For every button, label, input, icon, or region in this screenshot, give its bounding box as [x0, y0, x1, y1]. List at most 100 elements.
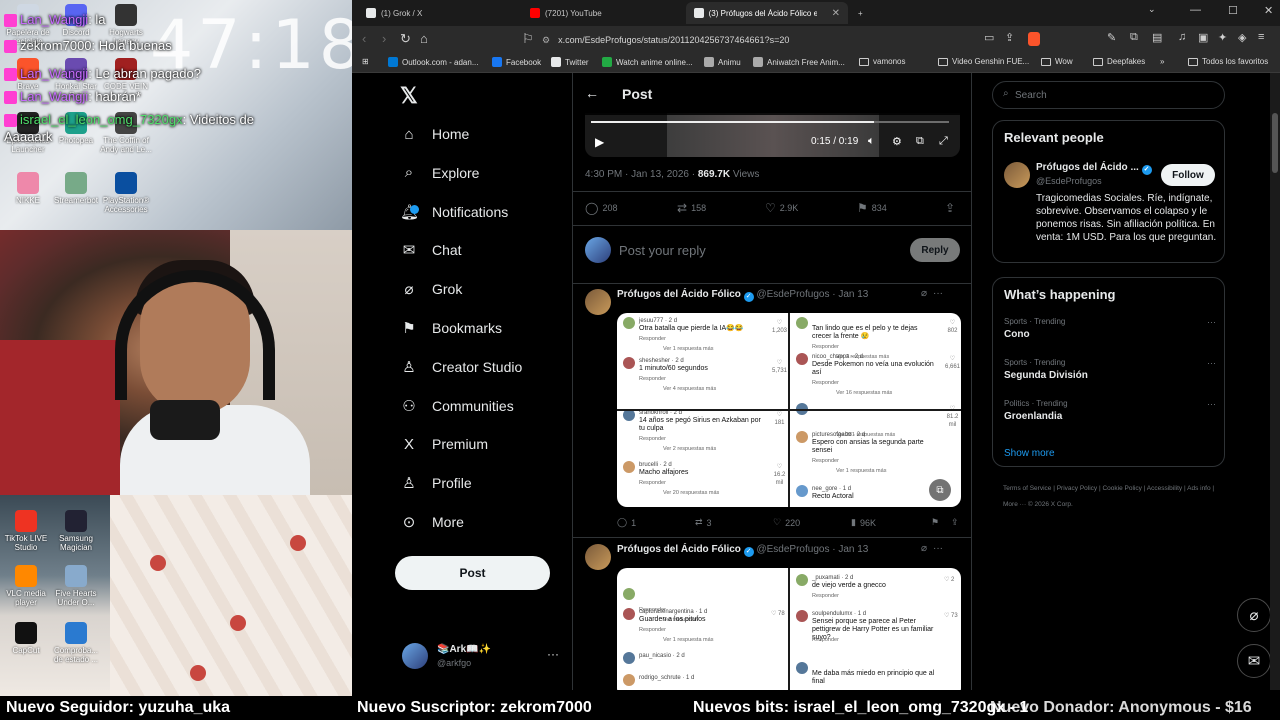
bookmark-item[interactable]: vamonos	[859, 57, 905, 66]
scrollbar[interactable]	[1270, 73, 1280, 690]
share-icon[interactable]: ⇪	[951, 517, 959, 528]
desktop-shortcut[interactable]: Comproba... de estado ...	[50, 622, 102, 664]
bookmark-item[interactable]: Aniwatch Free Anim...	[753, 57, 845, 67]
bookmark-icon[interactable]: ⚑	[931, 517, 939, 528]
desktop-shortcut[interactable]: CapCut	[0, 622, 52, 655]
extensions-icon[interactable]: ⧉	[1130, 31, 1138, 44]
grok-icon[interactable]: ⌀	[921, 288, 927, 299]
minimize-icon[interactable]: —	[1190, 4, 1201, 16]
wallet-icon[interactable]: ▣	[1198, 31, 1208, 44]
trend-item[interactable]: Sports · Trending Cono ···	[1004, 317, 1216, 340]
desktop-shortcut[interactable]: Five Hearts Under O...	[50, 565, 102, 607]
music-icon[interactable]: ♫	[1178, 31, 1186, 43]
post-button[interactable]: Post	[395, 556, 550, 590]
browser-tab-youtube[interactable]: (7201) YouTube	[522, 2, 677, 24]
more-dots-icon[interactable]: ···	[547, 647, 559, 661]
nav-item-chat[interactable]: ✉ Chat	[400, 236, 462, 264]
maximize-icon[interactable]: ☐	[1228, 4, 1238, 17]
more-dots-icon[interactable]: ···	[1207, 358, 1216, 368]
nav-item-creator-studio[interactable]: ♙ Creator Studio	[400, 353, 522, 381]
bookmark-item[interactable]: Twitter	[551, 57, 589, 67]
more-dots-icon[interactable]: ···	[1207, 317, 1216, 327]
menu-icon[interactable]: ≡	[1258, 31, 1264, 43]
nav-item-communities[interactable]: ⚇ Communities	[400, 392, 513, 420]
sidebar-icon[interactable]: ▤	[1152, 31, 1162, 44]
trend-item[interactable]: Politics · Trending Groenlandia ···	[1004, 399, 1216, 422]
vpn-icon[interactable]: ◈	[1238, 31, 1246, 44]
home-icon[interactable]: ⌂	[420, 31, 428, 46]
fullscreen-icon[interactable]: ⤢	[939, 135, 948, 148]
bookmark-item[interactable]: Deepfakes	[1093, 57, 1145, 66]
reply-tweet[interactable]: Prófugos del Ácido Fólico ✓ @EsdeProfugo…	[573, 283, 971, 538]
site-info-icon[interactable]: ⚙	[542, 35, 550, 45]
back-icon[interactable]: ‹	[362, 31, 366, 46]
bookmark-item[interactable]: Animu	[704, 57, 741, 67]
avatar[interactable]	[1004, 162, 1030, 188]
avatar[interactable]	[585, 289, 611, 315]
all-bookmarks-folder[interactable]: Todos los favoritos	[1188, 57, 1268, 66]
nav-item-bookmarks[interactable]: ⚑ Bookmarks	[400, 314, 502, 342]
share-action[interactable]: ⇪	[945, 201, 955, 215]
apps-icon[interactable]: ⊞	[362, 57, 369, 66]
nav-item-grok[interactable]: ⌀ Grok	[400, 275, 462, 303]
browser-tab-active[interactable]: (3) Prófugos del Ácido Fólico en ✕	[686, 2, 848, 24]
pip-icon[interactable]: ⧉	[916, 135, 924, 148]
more-dots-icon[interactable]: ···	[933, 543, 943, 554]
bookmark-item[interactable]: Video Genshin FUE...	[938, 57, 1029, 66]
desktop-shortcut[interactable]: NIKKE	[2, 172, 54, 205]
nav-item-profile[interactable]: ♙ Profile	[400, 469, 471, 497]
bookmark-item[interactable]: Watch anime online...	[602, 57, 693, 67]
reply-input[interactable]: Post your reply	[619, 243, 706, 258]
scrollbar-thumb[interactable]	[1272, 113, 1278, 173]
reload-icon[interactable]: ↻	[400, 31, 411, 47]
search-input[interactable]: ⌕ Search	[992, 81, 1225, 109]
show-more-link[interactable]: Show more	[1004, 448, 1055, 459]
image-alt-icon[interactable]: ⧉	[929, 479, 951, 501]
bookmark-item[interactable]: Facebook	[492, 57, 541, 67]
heart-action[interactable]: ♡ 220	[773, 517, 800, 528]
bookmarks-overflow-icon[interactable]: »	[1160, 57, 1164, 66]
grok-icon[interactable]: ⌀	[921, 543, 927, 554]
close-tab-icon[interactable]: ✕	[832, 8, 840, 19]
tweet-author-name[interactable]: Prófugos del Ácido Fólico	[617, 289, 741, 300]
browser-tab-grok[interactable]: (1) Grok / X	[358, 2, 513, 24]
desktop-shortcut[interactable]: VLC media player	[0, 565, 52, 607]
tweet-image[interactable]: jesuu777 · 2 d Otra batalla que pierde la…	[617, 313, 961, 507]
video-progress-bar[interactable]	[591, 121, 874, 123]
tweet-image[interactable]: Responder Ver traducción capturasenargenti…	[617, 568, 961, 690]
messages-fab-icon[interactable]: ✉	[1237, 644, 1271, 678]
desktop-shortcut[interactable]: PlayStation® Accessories	[100, 172, 152, 214]
reply-button[interactable]: Reply	[910, 238, 960, 262]
bookmark-action[interactable]: ⚑ 834	[857, 201, 887, 215]
back-arrow-icon[interactable]: ←	[585, 85, 599, 101]
nav-item-home[interactable]: ⌂ Home	[400, 120, 469, 148]
brave-shields-icon[interactable]	[1028, 32, 1040, 46]
desktop-shortcut[interactable]: TikTok LIVE Studio	[0, 510, 52, 552]
leo-icon[interactable]: ✦	[1218, 31, 1227, 44]
bookmark-item[interactable]: Wow	[1041, 57, 1073, 66]
like-action[interactable]: ♡ 2.9K	[765, 201, 798, 215]
forward-icon[interactable]: ›	[382, 31, 386, 46]
reply-action[interactable]: ◯ 1	[617, 517, 636, 528]
bookmark-item[interactable]: Outlook.com - adan...	[388, 57, 478, 67]
nav-item-explore[interactable]: ⌕ Explore	[400, 159, 480, 187]
url-field[interactable]: ⚙ x.com/EsdeProfugos/status/2011204256737…	[542, 31, 1032, 49]
install-app-icon[interactable]: ▭	[984, 31, 994, 44]
trend-item[interactable]: Sports · Trending Segunda División ···	[1004, 358, 1216, 381]
more-dots-icon[interactable]: ···	[933, 288, 943, 299]
reply-tweet[interactable]: Prófugos del Ácido Fólico ✓ @EsdeProfugo…	[573, 538, 971, 690]
views-action[interactable]: ▮ 96K	[851, 517, 876, 528]
person-name[interactable]: Prófugos del Ácido ... ✓	[1036, 162, 1152, 175]
nav-item-notifications[interactable]: 🔔︎ Notifications	[400, 198, 508, 226]
bookmark-page-icon[interactable]: ⚐	[522, 31, 534, 47]
share-icon[interactable]: ⇪	[1005, 31, 1014, 44]
repost-action[interactable]: ⇄ 3	[695, 517, 712, 528]
desktop-shortcut[interactable]: Samsung Magician	[50, 510, 102, 552]
avatar[interactable]	[585, 544, 611, 570]
tweet-author-name[interactable]: Prófugos del Ácido Fólico	[617, 544, 741, 555]
play-icon[interactable]: ▶	[595, 135, 604, 149]
account-switcher[interactable]: 📚Ark📖✨ @arkfgo ···	[402, 643, 562, 675]
tab-list-icon[interactable]: ⌄	[1148, 4, 1156, 15]
extension-icon[interactable]: ✎	[1107, 31, 1116, 44]
settings-gear-icon[interactable]: ⚙	[892, 135, 902, 148]
